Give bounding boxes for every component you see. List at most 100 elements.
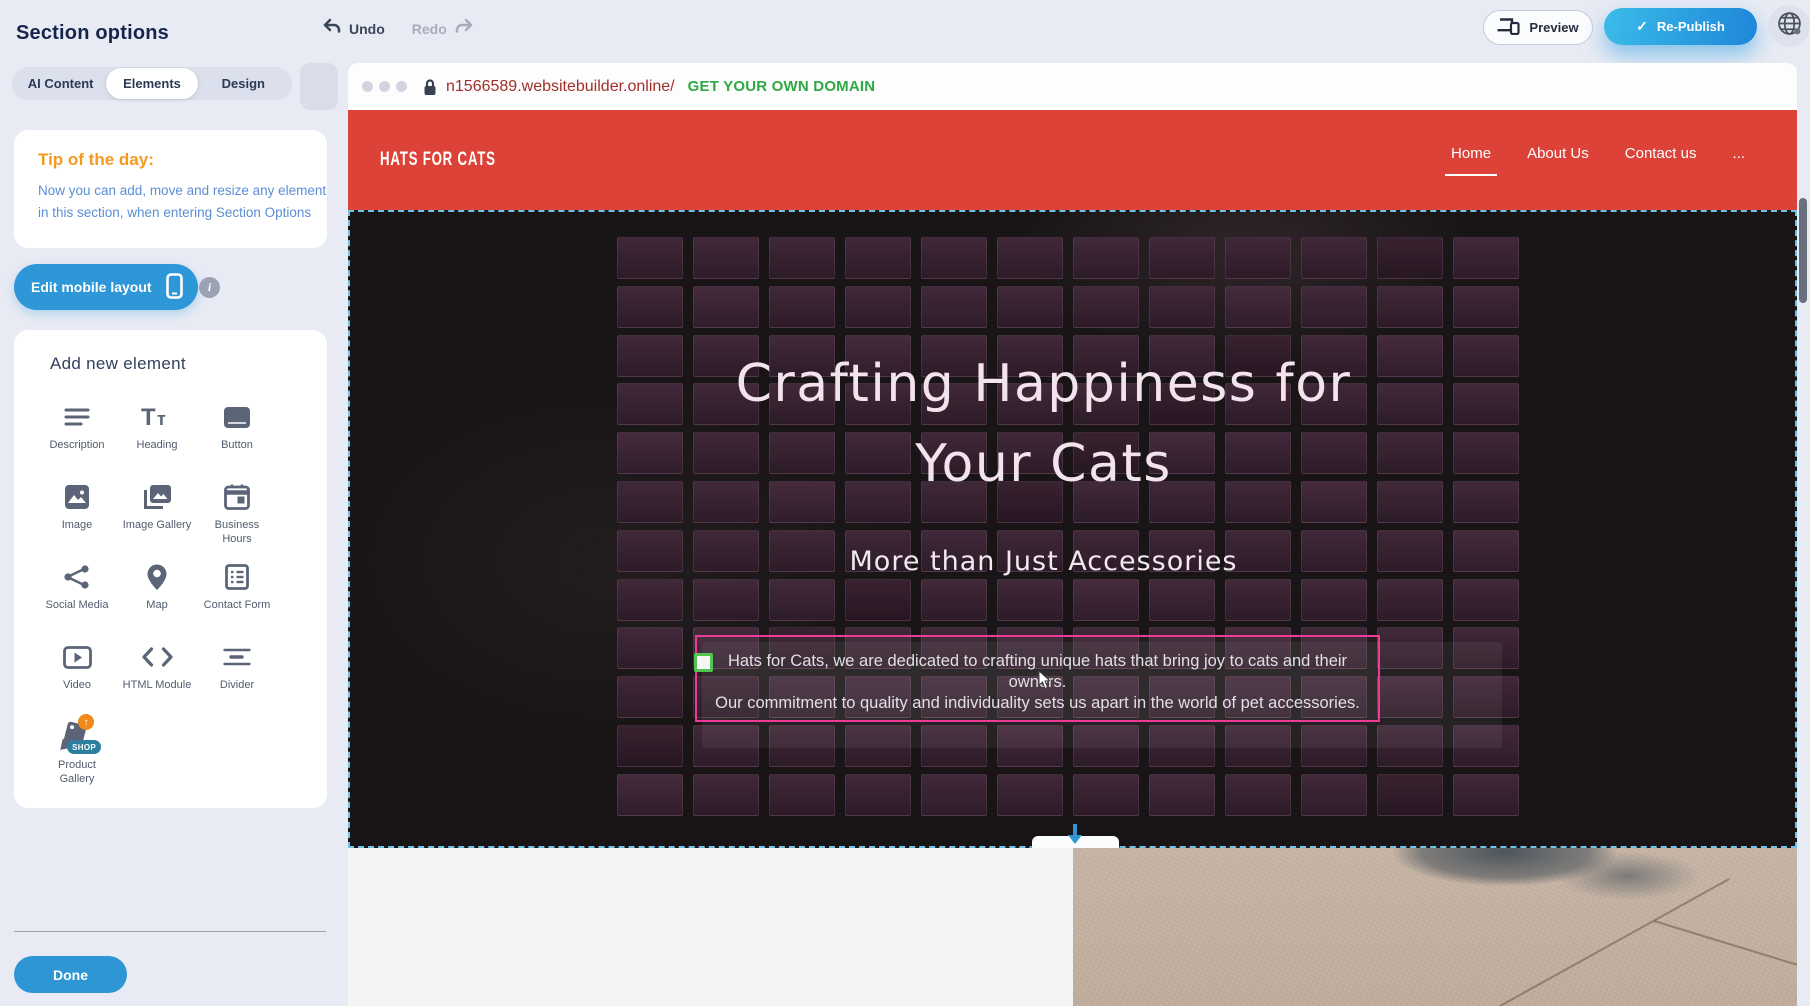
nav-item-more[interactable]: ... (1732, 140, 1745, 176)
background-tile (617, 627, 683, 669)
info-icon[interactable]: i (199, 277, 220, 298)
background-tile (617, 725, 683, 767)
browser-chrome-stub (300, 63, 338, 110)
element-grid: DescriptionTтHeadingButton Image Image Gal… (37, 392, 277, 792)
republish-button[interactable]: ✓ Re-Publish (1604, 8, 1757, 45)
add-element-button[interactable]: Button (197, 392, 277, 472)
svg-text:T: T (141, 405, 156, 429)
business-hours-icon (224, 480, 250, 514)
nav-item-home[interactable]: Home (1451, 140, 1491, 176)
element-label: Contact Form (204, 598, 271, 612)
add-element-contact-form[interactable]: Contact Form (197, 552, 277, 632)
contact-form-icon (225, 560, 249, 594)
element-label: Divider (220, 678, 254, 692)
background-tile (997, 774, 1063, 816)
background-tile (1149, 774, 1215, 816)
divider-icon (223, 640, 251, 674)
done-button[interactable]: Done (14, 956, 127, 993)
url-text[interactable]: n1566589.websitebuilder.online/ (446, 78, 675, 96)
add-element-map[interactable]: Map (117, 552, 197, 632)
shop-badge: SHOP (67, 740, 101, 754)
preview-button[interactable]: Preview (1483, 10, 1593, 45)
background-tile (1453, 774, 1519, 816)
undo-redo-group: Undo Redo (322, 18, 474, 39)
tip-of-the-day-card: Tip of the day: Now you can add, move an… (14, 130, 327, 248)
background-tile (693, 774, 759, 816)
pavement-crack (1500, 878, 1730, 1006)
devices-icon (1497, 17, 1520, 38)
nav-item-contact-us[interactable]: Contact us (1625, 140, 1697, 176)
background-tile (1301, 579, 1367, 621)
background-tile (1225, 774, 1291, 816)
add-element-image[interactable]: Image (37, 472, 117, 552)
tab-ai-content[interactable]: AI Content (15, 68, 106, 99)
phone-icon (166, 273, 183, 302)
background-tile (845, 286, 911, 328)
background-tile (1377, 286, 1443, 328)
background-tile (617, 774, 683, 816)
element-label: Heading (137, 438, 178, 452)
add-element-html-module[interactable]: HTML Module (117, 632, 197, 712)
page-title: Section options (16, 22, 169, 45)
background-tile (1301, 774, 1367, 816)
edit-mobile-layout-button[interactable]: Edit mobile layout (14, 264, 198, 310)
background-tile (1301, 237, 1367, 279)
background-tile (845, 579, 911, 621)
background-tile (997, 286, 1063, 328)
next-section-white-area (348, 848, 1073, 1006)
background-tile (1073, 237, 1139, 279)
site-nav: Home About Us Contact us... (1451, 140, 1745, 176)
background-tile (1225, 286, 1291, 328)
add-element-business-hours[interactable]: Business Hours (197, 472, 277, 552)
sidebar-divider (14, 931, 326, 932)
pavement-crack (1654, 920, 1797, 966)
page-scrollbar-thumb[interactable] (1799, 198, 1807, 303)
hero-subheading: More than Just Accessories (350, 546, 1737, 577)
browser-dot (362, 81, 373, 92)
browser-dots (362, 81, 407, 92)
tab-design[interactable]: Design (198, 68, 289, 99)
background-tile (1149, 286, 1215, 328)
hero-section[interactable]: Crafting Happiness for Your Cats More th… (348, 210, 1797, 848)
undo-button[interactable]: Undo (349, 21, 385, 37)
element-label: Image (62, 518, 93, 532)
site-header: HATS FOR CATS Home About Us Contact us... (348, 110, 1797, 210)
image-icon (64, 480, 90, 514)
browser-dot (379, 81, 390, 92)
lock-icon (423, 78, 437, 96)
element-drag-handle[interactable] (694, 653, 713, 672)
done-label: Done (53, 967, 88, 983)
mouse-cursor (1037, 670, 1051, 695)
background-tile (1301, 286, 1367, 328)
add-element-social-media[interactable]: Social Media (37, 552, 117, 632)
add-element-video[interactable]: Video (37, 632, 117, 712)
nav-item-about-us[interactable]: About Us (1527, 140, 1589, 176)
add-element-heading[interactable]: TтHeading (117, 392, 197, 472)
redo-button[interactable]: Redo (412, 21, 447, 37)
add-element-description[interactable]: Description (37, 392, 117, 472)
element-label: Image Gallery (123, 518, 191, 532)
add-element-image-gallery[interactable]: Image Gallery (117, 472, 197, 552)
pavement-photo (1073, 848, 1797, 1006)
tab-elements[interactable]: Elements (106, 68, 197, 99)
background-tile (1453, 286, 1519, 328)
map-pin-icon (147, 560, 167, 594)
tip-heading: Tip of the day: (38, 150, 154, 170)
description-icon (64, 400, 90, 434)
element-label: Map (146, 598, 167, 612)
background-tile (1073, 286, 1139, 328)
element-label: Social Media (46, 598, 109, 612)
language-globe-button[interactable] (1768, 5, 1810, 47)
background-tile (1149, 579, 1215, 621)
social-media-icon (64, 560, 90, 594)
add-element-product-gallery[interactable]: ↑SHOPProduct Gallery (37, 712, 117, 792)
redo-icon[interactable] (454, 18, 474, 39)
add-element-divider[interactable]: Divider (197, 632, 277, 712)
background-tile (1377, 774, 1443, 816)
get-domain-link[interactable]: GET YOUR OWN DOMAIN (688, 78, 876, 95)
globe-icon (1777, 11, 1802, 41)
undo-icon[interactable] (322, 18, 342, 39)
background-tile (617, 286, 683, 328)
background-tile (921, 774, 987, 816)
site-logo[interactable]: HATS FOR CATS (380, 148, 496, 171)
